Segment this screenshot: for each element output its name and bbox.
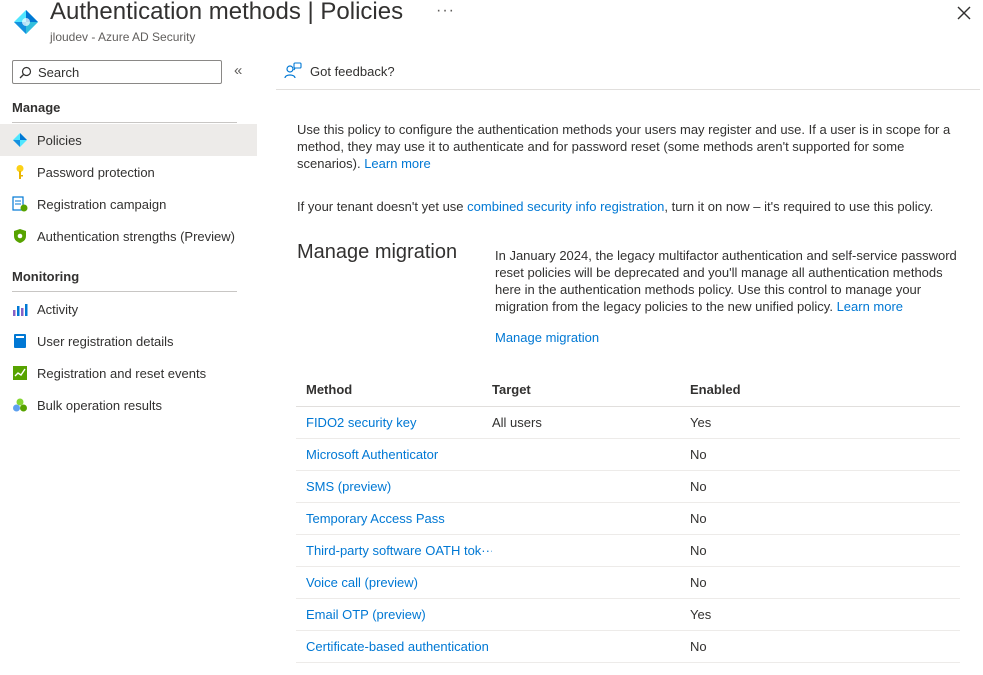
method-link[interactable]: Certificate-based authentication xyxy=(296,639,492,654)
enabled-cell: No xyxy=(690,575,707,590)
table-row: Email OTP (preview) Yes xyxy=(296,599,960,631)
section-divider xyxy=(12,122,237,123)
key-icon xyxy=(12,164,28,180)
method-link[interactable]: Temporary Access Pass xyxy=(296,511,492,526)
registration-campaign-icon xyxy=(12,196,28,212)
events-log-icon xyxy=(12,365,28,381)
sidebar-item-activity[interactable]: Activity xyxy=(0,293,257,325)
sidebar-item-label: Authentication strengths (Preview) xyxy=(37,228,235,244)
migration-description: In January 2024, the legacy multifactor … xyxy=(495,247,965,315)
sidebar-item-policies[interactable]: Policies xyxy=(0,124,257,156)
search-icon xyxy=(19,66,32,78)
column-header-method[interactable]: Method xyxy=(296,382,492,397)
sidebar-item-registration-and-reset-events[interactable]: Registration and reset events xyxy=(0,357,257,389)
intro-paragraph: Use this policy to configure the authent… xyxy=(297,121,957,172)
authentication-methods-logo-icon xyxy=(14,10,38,34)
page-title: Authentication methods | Policies xyxy=(50,0,403,26)
enabled-cell: Yes xyxy=(690,607,712,622)
got-feedback-label: Got feedback? xyxy=(310,63,395,79)
sidebar: « Manage Policies Password protection Re… xyxy=(0,56,258,675)
sidebar-item-user-registration-details[interactable]: User registration details xyxy=(0,325,257,357)
column-header-enabled[interactable]: Enabled xyxy=(690,382,890,397)
bulk-results-icon xyxy=(12,397,28,413)
methods-table: Method Target Enabled FIDO2 security key… xyxy=(296,372,960,663)
enabled-cell: No xyxy=(690,447,707,462)
page-header: Authentication methods | Policies jloude… xyxy=(0,0,983,50)
sidebar-item-password-protection[interactable]: Password protection xyxy=(0,156,257,188)
migration-learn-more-link[interactable]: Learn more xyxy=(837,299,903,314)
method-link[interactable]: FIDO2 security key xyxy=(296,415,492,430)
shield-icon xyxy=(12,228,28,244)
page-subtitle: jloudev - Azure AD Security xyxy=(50,30,196,44)
column-header-target[interactable]: Target xyxy=(492,382,690,397)
sidebar-item-label: Activity xyxy=(37,301,79,317)
manage-migration-heading: Manage migration xyxy=(297,241,458,263)
tenant-notice-suffix: , turn it on now – it's required to use … xyxy=(664,199,934,214)
sidebar-item-bulk-operation-results[interactable]: Bulk operation results xyxy=(0,389,257,421)
sidebar-item-label: Password protection xyxy=(37,164,155,180)
table-header: Method Target Enabled xyxy=(296,372,960,407)
tenant-notice-prefix: If your tenant doesn't yet use xyxy=(297,199,468,214)
user-details-icon xyxy=(12,333,28,349)
enabled-cell: No xyxy=(690,511,707,526)
sidebar-item-label: Policies xyxy=(37,132,82,148)
enabled-cell: Yes xyxy=(690,415,712,430)
table-row: Voice call (preview) No xyxy=(296,567,960,599)
tenant-notice: If your tenant doesn't yet use combined … xyxy=(297,198,967,215)
section-divider xyxy=(12,291,237,292)
method-link[interactable]: Voice call (preview) xyxy=(296,575,492,590)
sidebar-item-label: Bulk operation results xyxy=(37,397,163,413)
page-title-main: Authentication methods xyxy=(50,0,301,25)
enabled-cell: No xyxy=(690,543,707,558)
section-heading-monitoring: Monitoring xyxy=(12,269,80,284)
sidebar-item-registration-campaign[interactable]: Registration campaign xyxy=(0,188,257,220)
policies-diamond-icon xyxy=(12,132,28,148)
main-content: Got feedback? Use this policy to configu… xyxy=(276,56,983,675)
sidebar-item-authentication-strengths[interactable]: Authentication strengths (Preview) xyxy=(0,220,257,252)
more-options-button[interactable]: ··· xyxy=(436,2,455,20)
search-box[interactable] xyxy=(12,60,222,84)
title-separator: | xyxy=(300,0,321,25)
manage-migration-link[interactable]: Manage migration xyxy=(495,330,599,345)
intro-learn-more-link[interactable]: Learn more xyxy=(364,156,430,171)
sidebar-item-label: User registration details xyxy=(37,333,174,349)
collapse-sidebar-button[interactable]: « xyxy=(234,62,242,79)
close-icon[interactable] xyxy=(955,4,973,22)
search-input[interactable] xyxy=(38,64,208,80)
table-row: FIDO2 security key All users Yes xyxy=(296,407,960,439)
sidebar-item-label: Registration campaign xyxy=(37,196,167,212)
command-bar: Got feedback? xyxy=(276,56,980,90)
table-row: Temporary Access Pass No xyxy=(296,503,960,535)
method-link[interactable]: Email OTP (preview) xyxy=(296,607,492,622)
got-feedback-button[interactable]: Got feedback? xyxy=(284,62,395,80)
activity-chart-icon xyxy=(12,301,28,317)
table-row: Microsoft Authenticator No xyxy=(296,439,960,471)
combined-registration-link[interactable]: combined security info registration xyxy=(467,199,664,214)
target-cell: All users xyxy=(492,415,542,430)
page-title-suffix: Policies xyxy=(320,0,404,25)
method-link[interactable]: Third-party software OATH tok··· xyxy=(296,543,492,558)
sidebar-item-label: Registration and reset events xyxy=(37,365,207,381)
method-link[interactable]: SMS (preview) xyxy=(296,479,492,494)
table-row: Certificate-based authentication No xyxy=(296,631,960,663)
enabled-cell: No xyxy=(690,479,707,494)
enabled-cell: No xyxy=(690,639,707,654)
section-heading-manage: Manage xyxy=(12,100,61,115)
method-link[interactable]: Microsoft Authenticator xyxy=(296,447,492,462)
table-row: SMS (preview) No xyxy=(296,471,960,503)
feedback-person-icon xyxy=(284,62,302,79)
table-row: Third-party software OATH tok··· No xyxy=(296,535,960,567)
